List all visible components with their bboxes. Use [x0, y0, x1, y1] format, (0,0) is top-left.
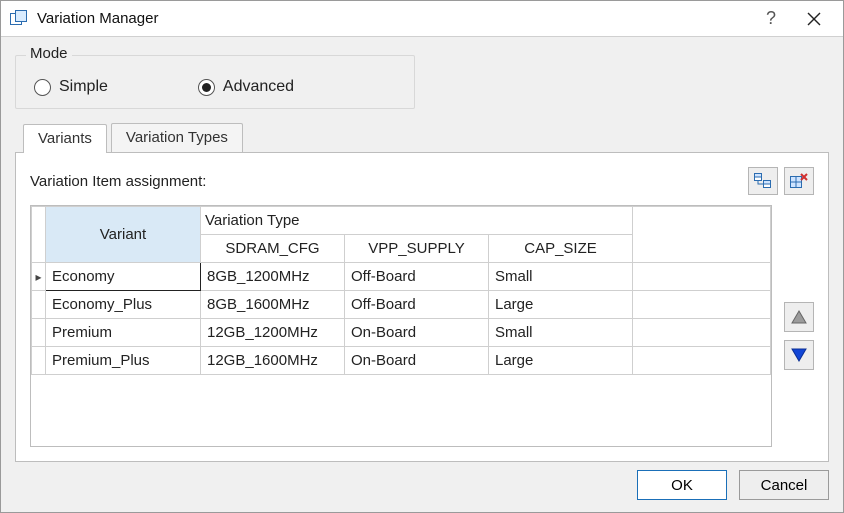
mode-group-label: Mode	[26, 45, 72, 62]
row-marker	[32, 291, 46, 319]
data-cell[interactable]: Large	[489, 291, 633, 319]
titlebar: Variation Manager ?	[1, 1, 843, 37]
variant-cell[interactable]: Economy	[46, 263, 201, 291]
ok-button[interactable]: OK	[637, 470, 727, 500]
assignment-label: Variation Item assignment:	[30, 173, 206, 190]
tab-variants[interactable]: Variants	[23, 124, 107, 153]
cancel-button[interactable]: Cancel	[739, 470, 829, 500]
mode-group: Mode SimpleAdvanced	[15, 55, 415, 109]
variant-cell[interactable]: Premium_Plus	[46, 347, 201, 375]
radio-label: Advanced	[223, 78, 294, 96]
app-icon	[9, 9, 29, 29]
mode-radio-simple[interactable]: Simple	[34, 78, 108, 96]
blank-cell	[633, 291, 771, 319]
assign-grid-icon	[754, 173, 772, 189]
tab-variation-types[interactable]: Variation Types	[111, 123, 243, 152]
arrow-up-icon	[791, 310, 807, 324]
blank-cell	[633, 263, 771, 291]
data-cell[interactable]: 8GB_1200MHz	[201, 263, 345, 291]
data-cell[interactable]: Off-Board	[345, 263, 489, 291]
window-title: Variation Manager	[37, 10, 158, 27]
row-marker	[32, 347, 46, 375]
move-up-button[interactable]	[784, 302, 814, 332]
blank-column-header	[633, 207, 771, 263]
variant-column-header[interactable]: Variant	[46, 207, 201, 263]
arrow-down-icon	[791, 348, 807, 362]
row-marker-header	[32, 207, 46, 263]
data-cell[interactable]: Small	[489, 263, 633, 291]
tab-panel-variants: Variation Item assignment:	[15, 152, 829, 462]
mode-radio-advanced[interactable]: Advanced	[198, 78, 294, 96]
data-cell[interactable]: On-Board	[345, 347, 489, 375]
variant-cell[interactable]: Premium	[46, 319, 201, 347]
table-row[interactable]: Premium_Plus12GB_1600MHzOn-BoardLarge	[32, 347, 771, 375]
blank-cell	[633, 347, 771, 375]
column-header-cap_size[interactable]: CAP_SIZE	[489, 235, 633, 263]
table-row[interactable]: Economy_Plus8GB_1600MHzOff-BoardLarge	[32, 291, 771, 319]
column-header-vpp_supply[interactable]: VPP_SUPPLY	[345, 235, 489, 263]
remove-grid-icon	[790, 173, 808, 189]
blank-cell	[633, 319, 771, 347]
data-cell[interactable]: On-Board	[345, 319, 489, 347]
close-button[interactable]	[791, 2, 837, 35]
row-marker: ▸	[32, 263, 46, 291]
data-cell[interactable]: Small	[489, 319, 633, 347]
table-row[interactable]: Premium12GB_1200MHzOn-BoardSmall	[32, 319, 771, 347]
data-cell[interactable]: 12GB_1600MHz	[201, 347, 345, 375]
variants-grid[interactable]: Variant Variation Type SDRAM_CFGVPP_SUPP…	[30, 205, 772, 447]
data-cell[interactable]: 8GB_1600MHz	[201, 291, 345, 319]
move-down-button[interactable]	[784, 340, 814, 370]
data-cell[interactable]: 12GB_1200MHz	[201, 319, 345, 347]
radio-icon	[34, 79, 51, 96]
help-button[interactable]: ?	[751, 2, 791, 35]
close-icon	[807, 12, 821, 26]
assign-grid-button[interactable]	[748, 167, 778, 195]
window: Variation Manager ? Mode SimpleAdvanced …	[0, 0, 844, 513]
variant-cell[interactable]: Economy_Plus	[46, 291, 201, 319]
remove-grid-button[interactable]	[784, 167, 814, 195]
radio-label: Simple	[59, 78, 108, 96]
variation-type-group-header[interactable]: Variation Type	[201, 207, 633, 235]
radio-icon	[198, 79, 215, 96]
data-cell[interactable]: Large	[489, 347, 633, 375]
column-header-sdram_cfg[interactable]: SDRAM_CFG	[201, 235, 345, 263]
row-marker	[32, 319, 46, 347]
table-row[interactable]: ▸Economy8GB_1200MHzOff-BoardSmall	[32, 263, 771, 291]
data-cell[interactable]: Off-Board	[345, 291, 489, 319]
